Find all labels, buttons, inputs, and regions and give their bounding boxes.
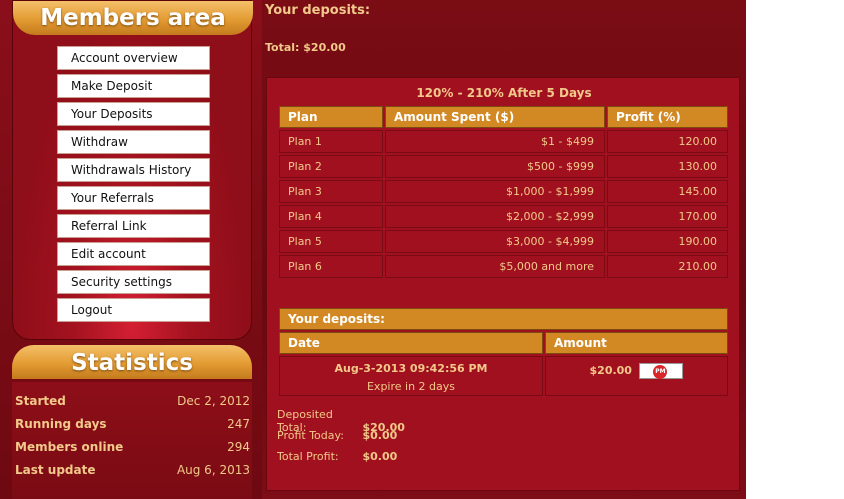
menu-item-your-referrals[interactable]: Your Referrals [57, 186, 210, 210]
summary-value: $0.00 [362, 450, 398, 463]
plan-profit: 210.00 [607, 255, 728, 278]
column-header-amount-spent: Amount Spent ($) [385, 106, 605, 128]
stat-label: Members online [15, 440, 124, 454]
deposits-content: 120% - 210% After 5 Days Plan Amount Spe… [266, 77, 740, 491]
menu-item-account-overview[interactable]: Account overview [57, 46, 210, 70]
plan-name: Plan 4 [279, 205, 383, 228]
summary-profit-today: Profit Today: $0.00 [277, 429, 577, 442]
menu-item-logout[interactable]: Logout [57, 298, 210, 322]
column-header-date: Date [279, 332, 543, 354]
stat-value: Aug 6, 2013 [176, 463, 250, 477]
menu-item-referral-link[interactable]: Referral Link [57, 214, 210, 238]
members-area-panel: Members area Account overview Make Depos… [12, 0, 253, 340]
plan-profit: 145.00 [607, 180, 728, 203]
menu-item-make-deposit[interactable]: Make Deposit [57, 74, 210, 98]
plan-amount: $2,000 - $2,999 [385, 205, 605, 228]
table-row: Plan 4 $2,000 - $2,999 170.00 [279, 205, 728, 228]
deposits-total: Total: $20.00 [265, 41, 346, 54]
menu-item-withdrawals-history[interactable]: Withdrawals History [57, 158, 210, 182]
stat-row-members-online: Members online 294 [15, 440, 250, 460]
stat-value: 247 [227, 417, 250, 431]
table-row: Plan 6 $5,000 and more 210.00 [279, 255, 728, 278]
stat-row-started: Started Dec 2, 2012 [15, 394, 250, 414]
plan-name: Plan 1 [279, 130, 383, 153]
summary-label: Profit Today: [277, 429, 344, 442]
plan-name: Plan 5 [279, 230, 383, 253]
plan-amount: $3,000 - $4,999 [385, 230, 605, 253]
stat-label: Last update [15, 463, 96, 477]
statistics-title: Statistics [12, 345, 252, 379]
summary-total-profit: Total Profit: $0.00 [277, 450, 577, 463]
column-header-profit: Profit (%) [607, 106, 728, 128]
stat-label: Started [15, 394, 66, 408]
deposit-date: Aug-3-2013 09:42:56 PM [334, 361, 488, 375]
perfect-money-icon: PM [639, 363, 684, 379]
deposits-title-row: Your deposits: [279, 308, 728, 330]
summary-value: $0.00 [362, 429, 398, 442]
menu-item-security-settings[interactable]: Security settings [57, 270, 210, 294]
statistics-panel: Started Dec 2, 2012 Running days 247 Mem… [12, 382, 252, 499]
members-area-title: Members area [13, 1, 253, 35]
deposits-table: Your deposits: Date Amount Aug-3-2013 09… [277, 306, 730, 398]
plan-title: 120% - 210% After 5 Days [416, 86, 592, 100]
menu-item-withdraw[interactable]: Withdraw [57, 130, 210, 154]
deposit-expire: Expire in 2 days [366, 379, 456, 393]
stat-row-last-update: Last update Aug 6, 2013 [15, 463, 250, 483]
table-header-row: Plan Amount Spent ($) Profit (%) [279, 106, 728, 128]
table-row: Plan 5 $3,000 - $4,999 190.00 [279, 230, 728, 253]
table-row: Plan 3 $1,000 - $1,999 145.00 [279, 180, 728, 203]
table-row: Aug-3-2013 09:42:56 PM Expire in 2 days … [279, 356, 728, 396]
members-menu: Account overview Make Deposit Your Depos… [57, 46, 210, 326]
table-row: Plan 1 $1 - $499 120.00 [279, 130, 728, 153]
deposit-date-cell: Aug-3-2013 09:42:56 PM Expire in 2 days [279, 356, 543, 396]
summary-label: Total Profit: [277, 450, 339, 463]
deposit-amount-cell: $20.00 PM [545, 356, 728, 396]
plan-amount: $500 - $999 [385, 155, 605, 178]
menu-item-your-deposits[interactable]: Your Deposits [57, 102, 210, 126]
stat-value: Dec 2, 2012 [177, 394, 250, 408]
table-row: Plan 2 $500 - $999 130.00 [279, 155, 728, 178]
plan-name: Plan 2 [279, 155, 383, 178]
stat-row-running-days: Running days 247 [15, 417, 250, 437]
plan-profit: 190.00 [607, 230, 728, 253]
column-header-amount: Amount [545, 332, 728, 354]
plan-name: Plan 3 [279, 180, 383, 203]
stat-label: Running days [15, 417, 107, 431]
page-title: Your deposits: [265, 3, 371, 18]
plan-table: Plan Amount Spent ($) Profit (%) Plan 1 … [277, 104, 730, 280]
menu-item-edit-account[interactable]: Edit account [57, 242, 210, 266]
plan-amount: $1,000 - $1,999 [385, 180, 605, 203]
deposit-amount: $20.00 [589, 364, 632, 377]
plan-amount: $5,000 and more [385, 255, 605, 278]
plan-amount: $1 - $499 [385, 130, 605, 153]
column-header-plan: Plan [279, 106, 383, 128]
stat-value: 294 [227, 440, 250, 454]
deposits-section-title: Your deposits: [279, 308, 728, 330]
plan-name: Plan 6 [279, 255, 383, 278]
pm-badge-label: PM [653, 365, 668, 379]
plan-profit: 120.00 [607, 130, 728, 153]
table-header-row: Date Amount [279, 332, 728, 354]
plan-profit: 170.00 [607, 205, 728, 228]
plan-profit: 130.00 [607, 155, 728, 178]
